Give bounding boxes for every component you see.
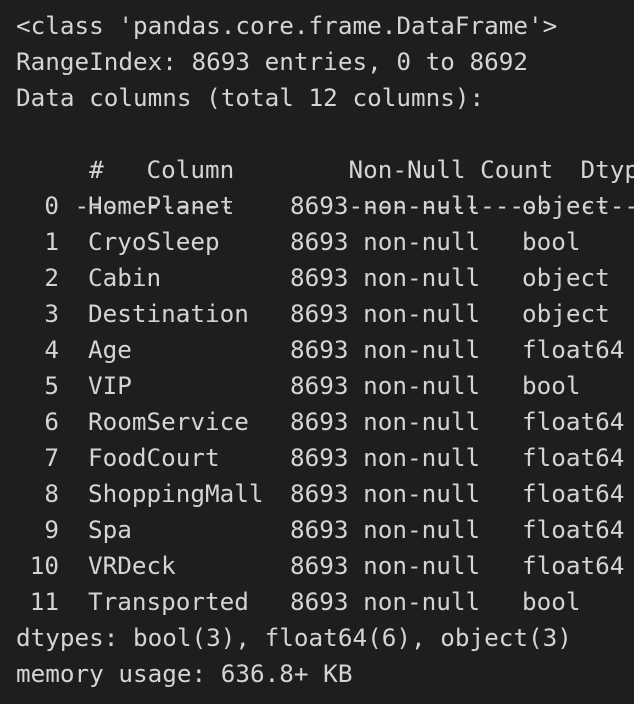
row-index: 11 xyxy=(29,587,59,616)
row-index: 9 xyxy=(44,515,59,544)
row-column-name: VIP xyxy=(88,371,132,400)
console-output: <class 'pandas.core.frame.DataFrame'> Ra… xyxy=(0,8,634,692)
row-dtype: float64 xyxy=(522,515,625,544)
row-index: 3 xyxy=(44,299,59,328)
class-line: <class 'pandas.core.frame.DataFrame'> xyxy=(16,11,558,40)
row-index: 4 xyxy=(44,335,59,364)
row-non-null-count: 8693 non-null xyxy=(290,587,481,616)
table-row: 2 Cabin 8693 non-null object xyxy=(16,260,634,296)
table-body: 0 HomePlanet 8693 non-null object 1 CryoSleep… xyxy=(16,188,634,620)
row-index: 6 xyxy=(44,407,59,436)
memory-usage: memory usage: 636.8+ KB xyxy=(16,659,353,688)
row-dtype: float64 xyxy=(522,551,625,580)
row-dtype: object xyxy=(522,299,610,328)
row-column-name: ShoppingMall xyxy=(88,479,264,508)
table-row: 6 RoomService 8693 non-null float64 xyxy=(16,404,634,440)
row-non-null-count: 8693 non-null xyxy=(290,551,481,580)
data-columns-line: Data columns (total 12 columns): xyxy=(16,83,485,112)
row-column-name: Destination xyxy=(88,299,249,328)
row-column-name: Transported xyxy=(88,587,249,616)
table-row: 1 CryoSleep 8693 non-null bool xyxy=(16,224,634,260)
table-row: 3 Destination 8693 non-null object xyxy=(16,296,634,332)
row-index: 5 xyxy=(44,371,59,400)
row-dtype: float64 xyxy=(522,443,625,472)
row-non-null-count: 8693 non-null xyxy=(290,299,481,328)
row-column-name: Spa xyxy=(88,515,132,544)
row-column-name: Age xyxy=(88,335,132,364)
table-row: 8 ShoppingMall 8693 non-null float64 xyxy=(16,476,634,512)
row-column-name: CryoSleep xyxy=(88,227,220,256)
row-non-null-count: 8693 non-null xyxy=(290,335,481,364)
table-row: 4 Age 8693 non-null float64 xyxy=(16,332,634,368)
table-row: 0 HomePlanet 8693 non-null object xyxy=(16,188,634,224)
row-non-null-count: 8693 non-null xyxy=(290,479,481,508)
table-row: 7 FoodCourt 8693 non-null float64 xyxy=(16,440,634,476)
row-dtype: bool xyxy=(522,227,581,256)
row-index: 0 xyxy=(44,191,59,220)
row-dtype: object xyxy=(522,263,610,292)
row-dtype: object xyxy=(522,191,610,220)
header-dtype: Dtype xyxy=(580,155,634,184)
row-non-null-count: 8693 non-null xyxy=(290,407,481,436)
table-row: 5 VIP 8693 non-null bool xyxy=(16,368,634,404)
row-index: 8 xyxy=(44,479,59,508)
table-row: 10 VRDeck 8693 non-null float64 xyxy=(16,548,634,584)
row-non-null-count: 8693 non-null xyxy=(290,191,481,220)
row-dtype: bool xyxy=(522,587,581,616)
dtypes-summary: dtypes: bool(3), float64(6), object(3) xyxy=(16,623,572,652)
row-dtype: bool xyxy=(522,371,581,400)
row-non-null-count: 8693 non-null xyxy=(290,443,481,472)
header-column: Column xyxy=(146,155,235,184)
row-column-name: RoomService xyxy=(88,407,249,436)
row-index: 7 xyxy=(44,443,59,472)
table-row: 11 Transported 8693 non-null bool xyxy=(16,584,634,620)
table-header-row: # Column Non-Null Count Dtype xyxy=(16,116,634,184)
row-dtype: float64 xyxy=(522,479,625,508)
row-dtype: float64 xyxy=(522,407,625,436)
row-dtype: float64 xyxy=(522,335,625,364)
range-index-line: RangeIndex: 8693 entries, 0 to 8692 xyxy=(16,47,528,76)
row-column-name: VRDeck xyxy=(88,551,176,580)
row-index: 2 xyxy=(44,263,59,292)
row-column-name: Cabin xyxy=(88,263,162,292)
header-index: # xyxy=(74,155,104,184)
row-non-null-count: 8693 non-null xyxy=(290,227,481,256)
row-index: 10 xyxy=(29,551,59,580)
row-column-name: HomePlanet xyxy=(88,191,235,220)
row-non-null-count: 8693 non-null xyxy=(290,515,481,544)
row-non-null-count: 8693 non-null xyxy=(290,371,481,400)
table-row: 9 Spa 8693 non-null float64 xyxy=(16,512,634,548)
row-index: 1 xyxy=(44,227,59,256)
row-non-null-count: 8693 non-null xyxy=(290,263,481,292)
header-count: Non-Null Count xyxy=(348,155,554,184)
row-column-name: FoodCourt xyxy=(88,443,220,472)
